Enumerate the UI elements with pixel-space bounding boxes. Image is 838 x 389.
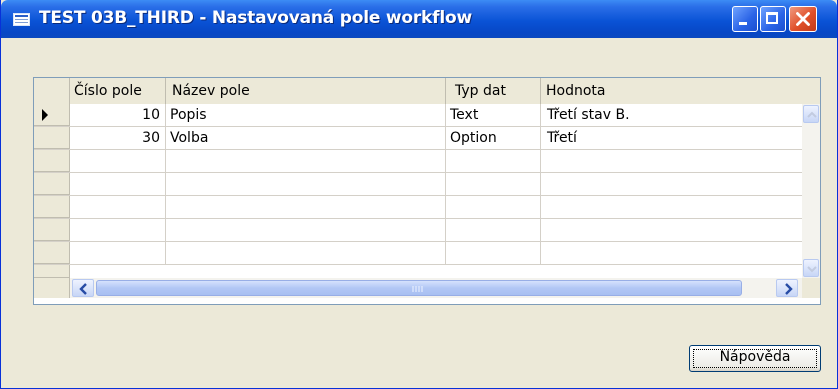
empty-row[interactable] [34, 219, 802, 242]
minimize-icon [739, 22, 747, 25]
maximize-button[interactable] [760, 6, 786, 32]
cell-typ-dat[interactable]: Text [446, 104, 541, 126]
arrow-up-icon [807, 111, 817, 118]
grip-icon [412, 286, 423, 292]
scroll-down-button[interactable] [803, 259, 819, 277]
title-bar[interactable]: TEST 03B_THIRD - Nastavovaná pole workfl… [1, 0, 837, 38]
cell-typ-dat[interactable]: Option [446, 127, 541, 149]
horizontal-scrollbar[interactable] [70, 278, 802, 298]
help-button[interactable]: Nápověda [689, 345, 821, 372]
cell-nazev-pole[interactable]: Popis [166, 104, 446, 126]
cell-nazev-pole[interactable]: Volba [166, 127, 446, 149]
column-header-nazev-pole[interactable]: Název pole [166, 78, 446, 104]
table-row[interactable]: 30 Volba Option Třetí [34, 127, 802, 150]
cell-cislo-pole[interactable]: 30 [70, 127, 166, 149]
column-header-cislo-pole[interactable]: Číslo pole [70, 78, 166, 104]
scroll-thumb[interactable] [96, 280, 742, 296]
header-selector [34, 78, 70, 104]
arrow-left-icon [79, 283, 87, 295]
column-header-hodnota[interactable]: Hodnota [541, 78, 820, 104]
form-icon[interactable] [13, 13, 30, 26]
minimize-button[interactable] [732, 6, 758, 32]
arrow-down-icon [807, 266, 817, 273]
scroll-left-button[interactable] [72, 279, 94, 297]
table-row[interactable]: 10 Popis Text Třetí stav B. [34, 104, 802, 127]
dialog-window: TEST 03B_THIRD - Nastavovaná pole workfl… [0, 0, 838, 389]
fields-grid: Číslo pole Název pole Typ dat Hodnota 10… [33, 77, 821, 305]
vertical-scrollbar[interactable] [802, 104, 820, 288]
column-header-typ-dat[interactable]: Typ dat [446, 78, 541, 104]
empty-row[interactable] [34, 173, 802, 196]
empty-row[interactable] [34, 242, 802, 265]
cell-cislo-pole[interactable]: 10 [70, 104, 166, 126]
close-button[interactable] [789, 6, 817, 32]
row-selector[interactable] [34, 265, 70, 278]
cell-hodnota[interactable]: Třetí [541, 127, 802, 149]
scroll-right-button[interactable] [776, 279, 798, 297]
arrow-right-icon [785, 283, 793, 295]
empty-row[interactable] [34, 150, 802, 173]
maximize-icon [766, 12, 778, 24]
grid-corner [34, 278, 70, 298]
grid-header: Číslo pole Název pole Typ dat Hodnota [34, 78, 820, 104]
close-icon [796, 12, 810, 26]
scroll-corner [802, 278, 820, 298]
window-title: TEST 03B_THIRD - Nastavovaná pole workfl… [39, 8, 472, 28]
cell-hodnota[interactable]: Třetí stav B. [541, 104, 802, 126]
empty-row[interactable] [34, 196, 802, 219]
scroll-up-button[interactable] [803, 105, 819, 123]
